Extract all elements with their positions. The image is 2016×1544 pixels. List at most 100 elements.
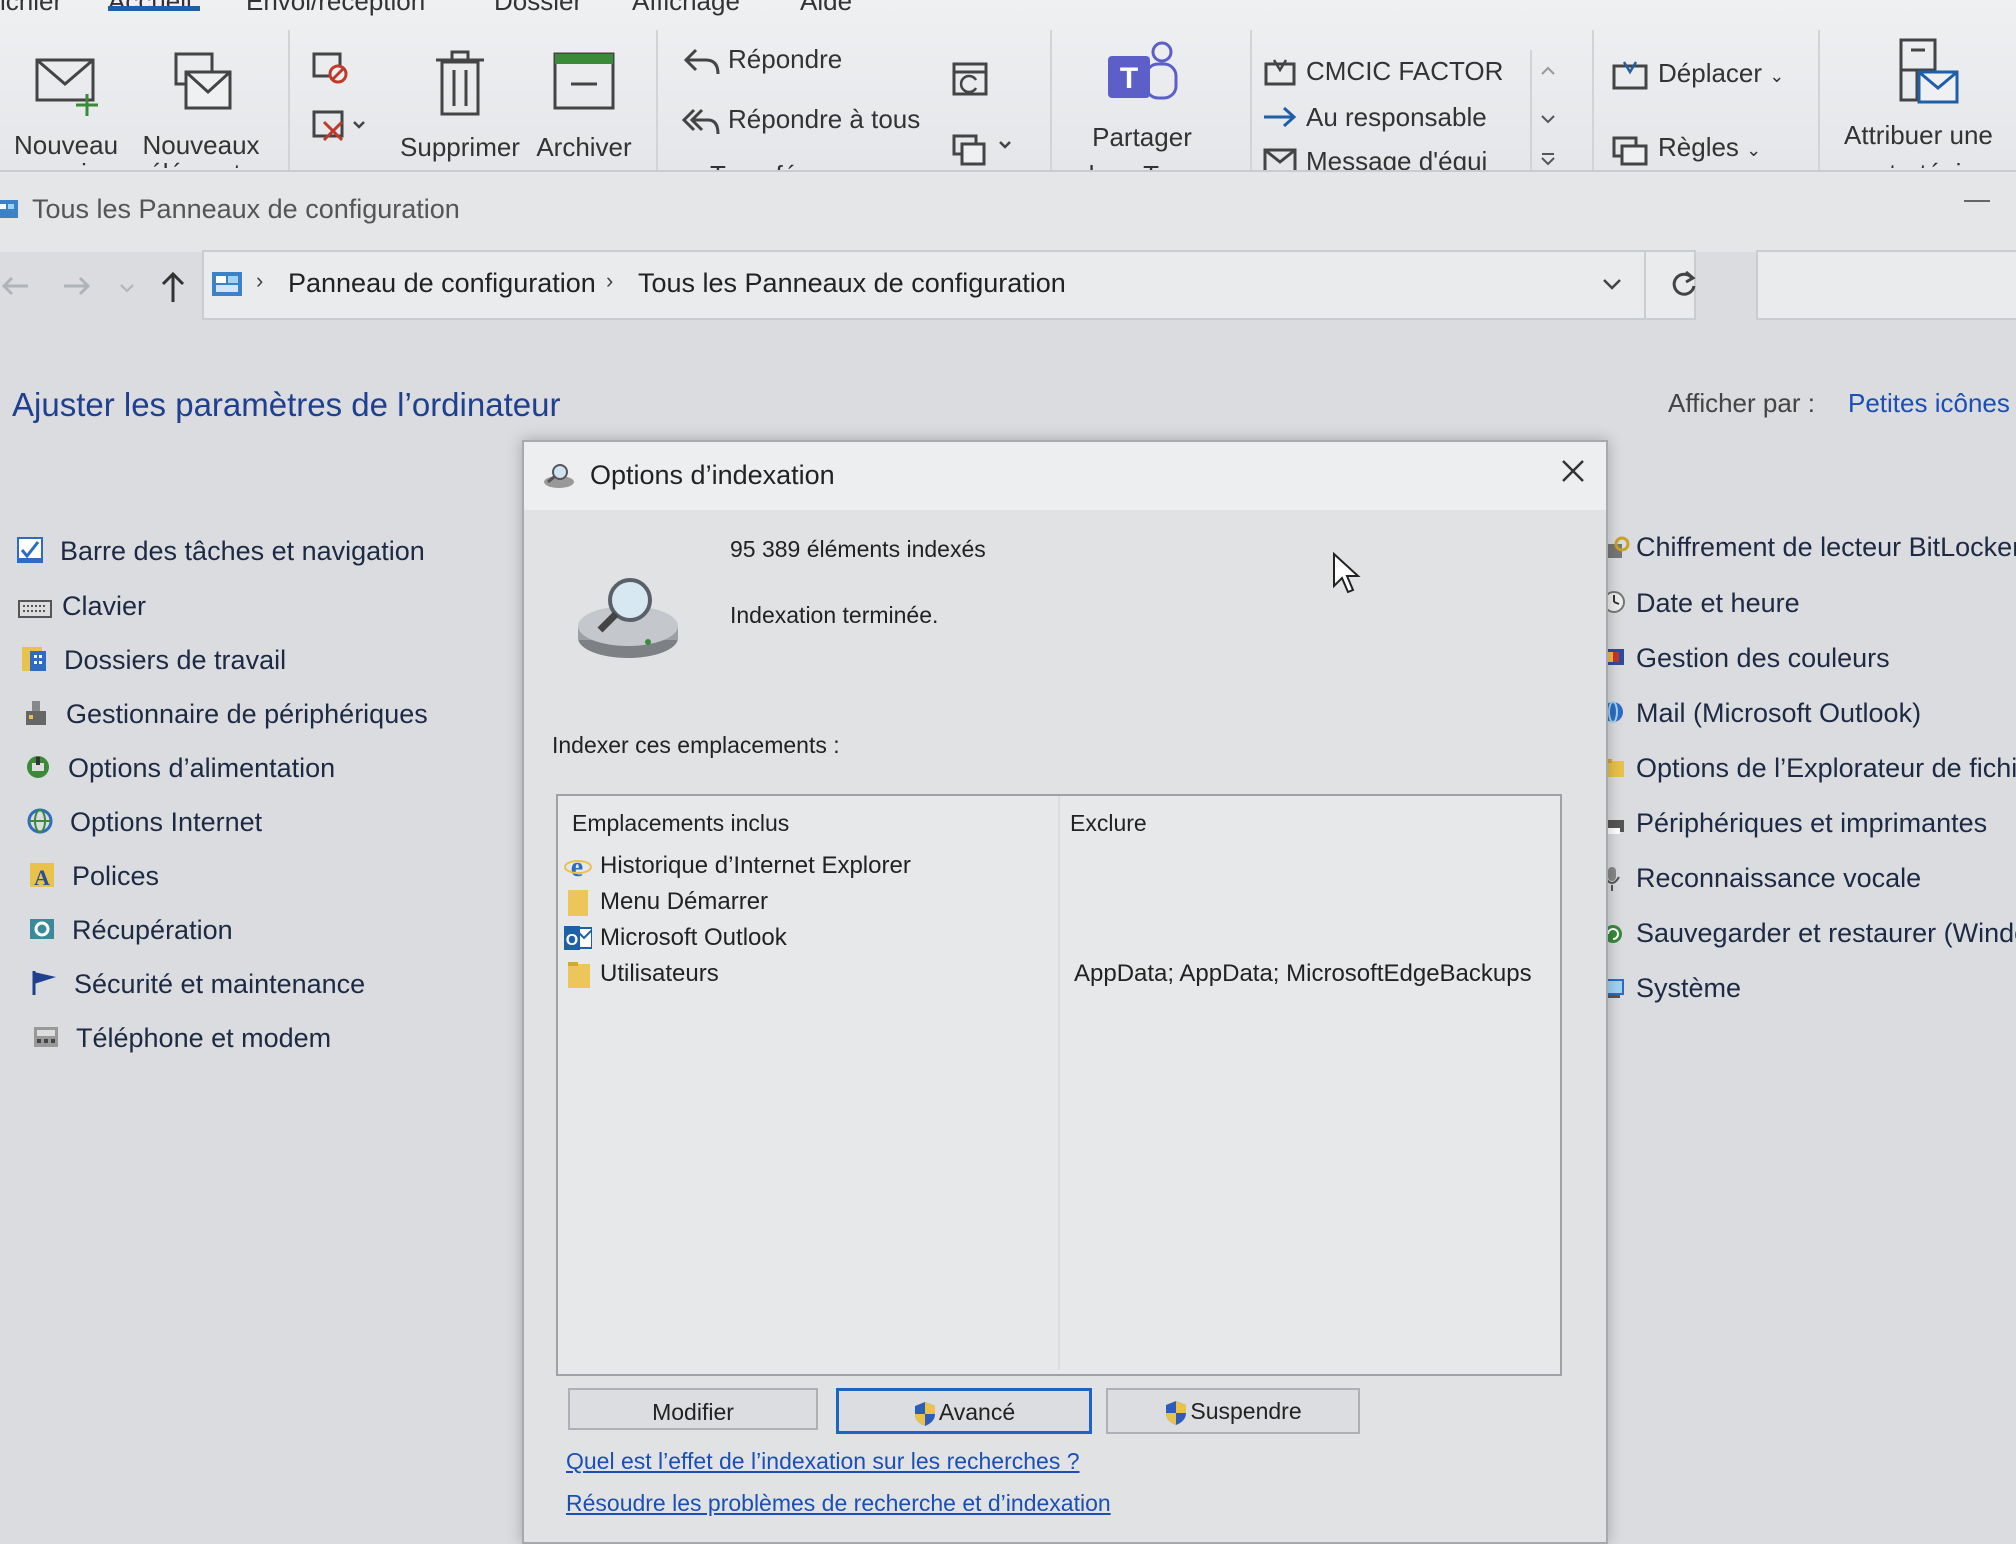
quick-steps-scroll[interactable] [1530, 50, 1564, 170]
address-divider [1644, 252, 1646, 318]
svg-text:A: A [34, 865, 50, 889]
fonts-icon: A [30, 863, 54, 889]
ribbon-separator [1592, 30, 1594, 170]
active-tab-indicator [108, 6, 200, 11]
tab-send-receive[interactable]: Envoi/réception [246, 0, 425, 17]
modify-button[interactable]: Modifier [568, 1388, 818, 1430]
cp-item-phone-modem[interactable]: Téléphone et modem [32, 1023, 331, 1054]
cp-item-mail[interactable]: Mail (Microsoft Outlook) [1602, 698, 1921, 729]
cp-item-internet-options[interactable]: Options Internet [26, 807, 262, 838]
col-included-header[interactable]: Emplacements inclus [572, 810, 789, 837]
pause-button[interactable]: Suspendre [1106, 1388, 1360, 1434]
location-name: Utilisateurs [600, 960, 719, 987]
list-item[interactable]: O Microsoft Outlook [564, 922, 1554, 956]
search-input[interactable] [1756, 250, 2016, 320]
ignore-icon[interactable] [310, 50, 350, 86]
cp-item-color-management[interactable]: Gestion des couleurs [1602, 643, 1890, 674]
assign-policy-label-2: stratégie [1836, 158, 2016, 168]
tab-file[interactable]: ichier [0, 0, 62, 17]
cp-item-backup-restore[interactable]: Sauvegarder et restaurer (Window [1602, 918, 2016, 949]
cp-item-keyboard[interactable]: Clavier [18, 591, 146, 622]
delete-button[interactable]: Supprimer [396, 48, 524, 163]
ribbon-separator [1818, 30, 1820, 170]
quick-step-2[interactable]: Au responsable [1262, 102, 1487, 133]
up-arrow-icon[interactable] [158, 270, 188, 304]
minimize-icon[interactable] [1964, 200, 1990, 202]
recent-dropdown-icon[interactable] [118, 282, 136, 294]
ribbon-separator [1250, 30, 1252, 170]
tab-folder[interactable]: Dossier [494, 0, 582, 17]
address-bar[interactable]: › Panneau de configuration › Tous les Pa… [202, 250, 1696, 320]
ribbon-separator [656, 30, 658, 170]
quick-step-3[interactable]: Message d'équi [1262, 146, 1487, 170]
forward-button[interactable]: Transférer [710, 160, 829, 170]
list-item[interactable]: e Historique d’Internet Explorer [564, 850, 1554, 884]
new-items-button[interactable]: Nouveaux éléments [136, 50, 266, 168]
taskbar-icon [17, 537, 43, 563]
policy-icon [1899, 38, 1959, 104]
back-arrow-icon[interactable] [0, 274, 30, 298]
advanced-button[interactable]: Avancé [836, 1388, 1092, 1434]
cp-item-label: Sauvegarder et restaurer (Window [1636, 918, 2016, 948]
cp-item-bitlocker[interactable]: Chiffrement de lecteur BitLocker [1602, 532, 2016, 563]
cp-item-label: Mail (Microsoft Outlook) [1636, 698, 1922, 728]
internet-options-icon [27, 808, 53, 834]
cp-item-power[interactable]: Options d’alimentation [24, 753, 335, 784]
reply-all-button[interactable]: Répondre à tous [682, 104, 920, 135]
view-by-dropdown[interactable]: Petites icônes [1848, 388, 2010, 419]
rules-button[interactable]: Règles ⌄ [1610, 132, 1761, 166]
meeting-icon[interactable] [950, 58, 990, 98]
share-teams-button[interactable]: T Partager dans Teams [1080, 38, 1204, 170]
move-to-folder-icon [1264, 59, 1296, 86]
move-label: Déplacer [1658, 58, 1763, 88]
cp-item-security[interactable]: Sécurité et maintenance [30, 969, 365, 1000]
tab-help[interactable]: Aide [800, 0, 852, 17]
archive-button[interactable]: Archiver [528, 50, 640, 163]
assign-policy-button[interactable]: Attribuer une stratégie [1836, 36, 2016, 168]
cp-item-device-manager[interactable]: Gestionnaire de périphériques [22, 699, 428, 730]
indexing-effect-link[interactable]: Quel est l’effet de l’indexation sur les… [566, 1448, 1080, 1475]
cp-item-work-folders[interactable]: Dossiers de travail [20, 645, 286, 676]
tab-view[interactable]: Affichage [632, 0, 740, 17]
breadcrumb-item[interactable]: Panneau de configuration [288, 268, 596, 299]
move-icon [1612, 61, 1648, 90]
move-button[interactable]: Déplacer ⌄ [1610, 58, 1784, 90]
new-mail-button[interactable]: Nouveau courrier [6, 54, 126, 168]
list-item[interactable]: Utilisateurs AppData; AppData; Microsoft… [564, 958, 1554, 992]
cp-item-date-time[interactable]: Date et heure [1602, 588, 1800, 619]
forward-arrow-icon[interactable] [62, 274, 92, 298]
uac-shield-icon [914, 1401, 935, 1426]
svg-text:T: T [1120, 62, 1138, 95]
address-dropdown-icon[interactable] [1600, 276, 1624, 292]
folder-icon [568, 890, 588, 916]
list-item[interactable]: Menu Démarrer [564, 886, 1554, 920]
close-icon[interactable] [1558, 456, 1588, 486]
cp-item-explorer-options[interactable]: Options de l’Explorateur de fichie [1602, 753, 2016, 784]
more-respond-icon[interactable] [950, 130, 1018, 170]
outlook-icon: O [564, 926, 592, 950]
quick-step-1[interactable]: CMCIC FACTOR [1262, 56, 1503, 87]
share-teams-label-2: dans Teams [1080, 160, 1204, 170]
cp-item-system[interactable]: Système [1602, 973, 1741, 1004]
cp-item-label: Options Internet [70, 807, 263, 837]
cp-item-devices-printers[interactable]: Périphériques et imprimantes [1602, 808, 1987, 839]
indexing-drive-icon [578, 578, 678, 658]
col-exclude-header[interactable]: Exclure [1070, 810, 1147, 837]
cp-item-label: Téléphone et modem [76, 1023, 332, 1053]
new-items-label: Nouveaux [142, 130, 260, 160]
cp-item-speech[interactable]: Reconnaissance vocale [1602, 863, 1921, 894]
breadcrumb-item[interactable]: Tous les Panneaux de configuration [638, 268, 1066, 299]
troubleshoot-link[interactable]: Résoudre les problèmes de recherche et d… [566, 1490, 1111, 1517]
cleanup-icon[interactable] [310, 108, 370, 144]
quick-step-1-label: CMCIC FACTOR [1306, 56, 1504, 86]
cp-item-recovery[interactable]: Récupération [28, 915, 233, 946]
location-name: Microsoft Outlook [600, 924, 787, 951]
reply-button[interactable]: Répondre [682, 44, 842, 75]
cp-item-taskbar[interactable]: Barre des tâches et navigation [16, 536, 425, 567]
new-items-label-2: éléments [136, 158, 266, 168]
phone-modem-icon [34, 1027, 58, 1047]
locations-list[interactable]: Emplacements inclus Exclure e Historique… [556, 794, 1562, 1376]
cp-item-label: Clavier [62, 591, 147, 621]
cp-item-fonts[interactable]: A Polices [28, 861, 159, 892]
refresh-icon[interactable] [1668, 268, 1700, 300]
